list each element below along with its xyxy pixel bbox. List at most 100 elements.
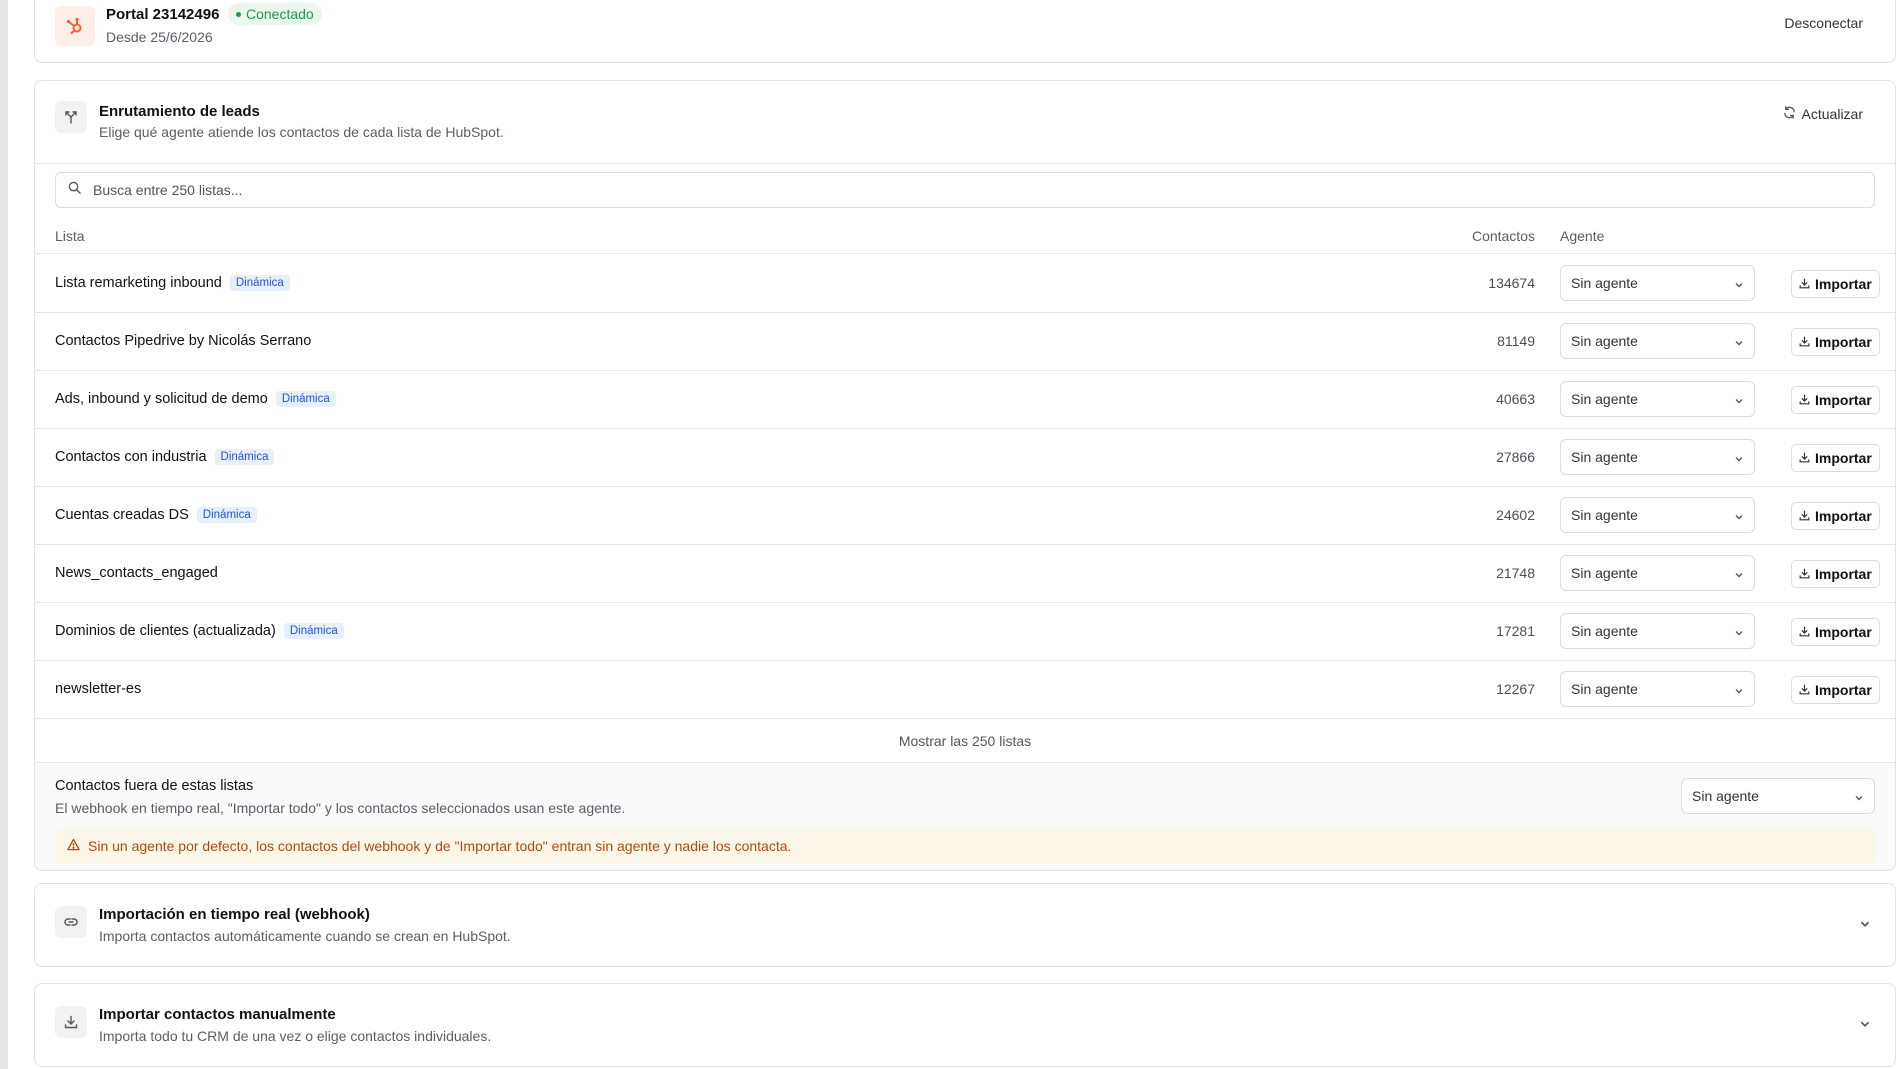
list-name: Contactos Pipedrive by Nicolás Serrano: [55, 333, 312, 349]
refresh-label: Actualizar: [1801, 106, 1863, 122]
dynamic-badge: Dinámica: [196, 507, 257, 523]
table-row: Lista remarketing inbound Dinámica 134674…: [35, 255, 1895, 313]
warning-text: Sin un agente por defecto, los contactos…: [88, 838, 792, 854]
agent-select[interactable]: Sin agente: [1560, 439, 1755, 475]
agent-select[interactable]: Sin agente: [1560, 497, 1755, 533]
list-name-cell: Cuentas creadas DS Dinámica: [55, 507, 257, 523]
download-icon: [1799, 450, 1810, 466]
default-agent-select[interactable]: Sin agente: [1681, 778, 1875, 814]
chevron-down-icon: [1734, 683, 1744, 699]
portal-card: Portal 23142496 Conectado Desde 25/6/202…: [34, 0, 1896, 63]
list-name: Dominios de clientes (actualizada): [55, 623, 276, 639]
list-name-cell: Ads, inbound y solicitud de demo Dinámica: [55, 391, 336, 407]
route-split-icon: [55, 101, 87, 133]
import-button[interactable]: Importar: [1791, 618, 1880, 646]
refresh-icon: [1783, 106, 1796, 122]
select-value: Sin agente: [1571, 623, 1638, 639]
chevron-down-icon[interactable]: [1859, 1017, 1871, 1035]
column-header-agent: Agente: [1560, 228, 1605, 244]
agent-select[interactable]: Sin agente: [1560, 555, 1755, 591]
agent-select[interactable]: Sin agente: [1560, 265, 1755, 301]
import-button[interactable]: Importar: [1791, 502, 1880, 530]
chevron-down-icon: [1854, 790, 1864, 806]
download-icon: [1799, 392, 1810, 408]
contact-count: 40663: [1496, 391, 1535, 407]
table-row: Ads, inbound y solicitud de demo Dinámica…: [35, 371, 1895, 429]
select-value: Sin agente: [1571, 565, 1638, 581]
list-name-cell: newsletter-es: [55, 681, 141, 697]
select-value: Sin agente: [1571, 507, 1638, 523]
table-row: Contactos Pipedrive by Nicolás Serrano 8…: [35, 313, 1895, 371]
import-label: Importar: [1815, 566, 1872, 582]
list-table-body: Lista remarketing inbound Dinámica 134674…: [35, 255, 1895, 719]
warning-banner: Sin un agente por defecto, los contactos…: [55, 829, 1875, 863]
import-label: Importar: [1815, 682, 1872, 698]
divider: [35, 163, 1895, 164]
list-name-cell: Lista remarketing inbound Dinámica: [55, 275, 290, 291]
dynamic-badge: Dinámica: [214, 449, 275, 465]
dynamic-badge: Dinámica: [283, 623, 344, 639]
search-icon: [68, 181, 81, 199]
import-button[interactable]: Importar: [1791, 676, 1880, 704]
table-row: Dominios de clientes (actualizada) Dinámi…: [35, 603, 1895, 661]
contact-count: 21748: [1496, 565, 1535, 581]
dynamic-badge: Dinámica: [275, 391, 336, 407]
chevron-down-icon: [1734, 509, 1744, 525]
status-badge-label: Conectado: [246, 6, 314, 22]
lead-routing-card: Enrutamiento de leads Elige qué agente a…: [34, 80, 1896, 871]
import-label: Importar: [1815, 334, 1872, 350]
left-rail: [0, 0, 8, 1069]
table-row: Cuentas creadas DS Dinámica 24602 Sin age…: [35, 487, 1895, 545]
select-value: Sin agente: [1571, 333, 1638, 349]
import-button[interactable]: Importar: [1791, 328, 1880, 356]
select-value: Sin agente: [1571, 449, 1638, 465]
import-button[interactable]: Importar: [1791, 444, 1880, 472]
column-header-list: Lista: [55, 228, 85, 244]
contact-count: 17281: [1496, 623, 1535, 639]
connected-since: Desde 25/6/2026: [106, 29, 213, 45]
chevron-down-icon: [1734, 625, 1744, 641]
default-agent-section: Contactos fuera de estas listas El webho…: [35, 764, 1895, 870]
list-search[interactable]: [55, 172, 1875, 208]
search-input[interactable]: [91, 181, 1791, 199]
show-all-lists-button[interactable]: Mostrar las 250 listas: [35, 719, 1895, 763]
chevron-down-icon[interactable]: [1859, 917, 1871, 935]
list-name: Lista remarketing inbound: [55, 275, 222, 291]
section-subtitle: Elige qué agente atiende los contactos d…: [99, 124, 504, 140]
dynamic-badge: Dinámica: [229, 275, 290, 291]
import-button[interactable]: Importar: [1791, 560, 1880, 588]
webhook-title: Importación en tiempo real (webhook): [99, 906, 370, 923]
import-button[interactable]: Importar: [1791, 386, 1880, 414]
download-icon: [55, 1006, 87, 1038]
status-badge: Conectado: [228, 3, 322, 25]
manual-import-card: Importar contactos manualmente Importa t…: [34, 983, 1896, 1067]
download-icon: [1799, 334, 1810, 350]
select-value: Sin agente: [1571, 681, 1638, 697]
agent-select[interactable]: Sin agente: [1560, 381, 1755, 417]
refresh-button[interactable]: Actualizar: [1777, 105, 1869, 123]
list-name: Ads, inbound y solicitud de demo: [55, 391, 268, 407]
table-row: newsletter-es 12267 Sin agente Importar: [35, 661, 1895, 719]
disconnect-button[interactable]: Desconectar: [1784, 15, 1863, 31]
select-value: Sin agente: [1571, 391, 1638, 407]
import-label: Importar: [1815, 508, 1872, 524]
import-button[interactable]: Importar: [1791, 270, 1880, 298]
webhook-subtitle: Importa contactos automáticamente cuando…: [99, 928, 511, 944]
warning-icon: [67, 838, 80, 854]
import-label: Importar: [1815, 276, 1872, 292]
list-name-cell: News_contacts_engaged: [55, 565, 218, 581]
manual-import-subtitle: Importa todo tu CRM de una vez o elige c…: [99, 1028, 492, 1044]
list-name: News_contacts_engaged: [55, 565, 218, 581]
contact-count: 81149: [1497, 333, 1535, 349]
agent-select[interactable]: Sin agente: [1560, 323, 1755, 359]
contact-count: 12267: [1496, 681, 1535, 697]
column-header-contacts: Contactos: [1471, 228, 1535, 244]
contact-count: 27866: [1496, 449, 1535, 465]
webhook-card: Importación en tiempo real (webhook) Imp…: [34, 883, 1896, 967]
list-name-cell: Dominios de clientes (actualizada) Dinámi…: [55, 623, 344, 639]
agent-select[interactable]: Sin agente: [1560, 671, 1755, 707]
agent-select[interactable]: Sin agente: [1560, 613, 1755, 649]
hubspot-icon: [55, 6, 95, 46]
chevron-down-icon: [1734, 567, 1744, 583]
chevron-down-icon: [1734, 451, 1744, 467]
